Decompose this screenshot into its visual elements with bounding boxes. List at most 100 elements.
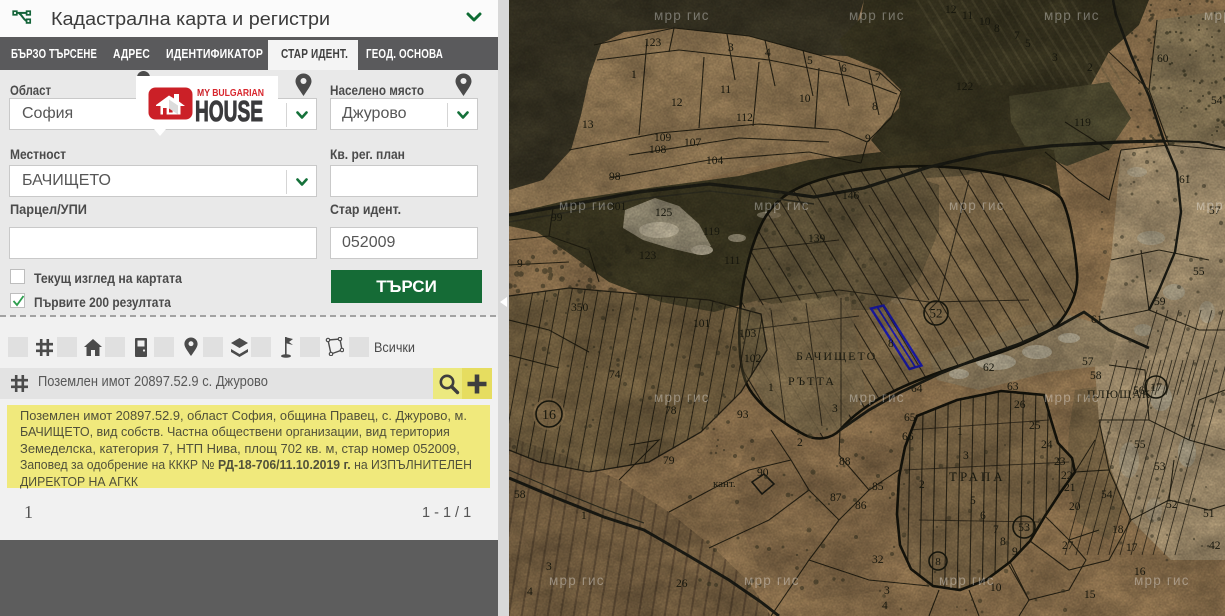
svg-text:61: 61 (1179, 174, 1191, 186)
svg-text:мрр гис: мрр гис (1134, 573, 1190, 588)
svg-text:74: 74 (609, 369, 621, 381)
svg-text:кант.: кант. (713, 478, 736, 490)
svg-text:10: 10 (799, 93, 811, 105)
svg-text:мрр гис: мрр гис (654, 8, 710, 23)
svg-text:26: 26 (676, 578, 688, 590)
svg-text:мрр гис: мрр гис (559, 198, 615, 213)
svg-text:3: 3 (963, 450, 969, 462)
svg-text:мрр гис: мрр гис (849, 390, 905, 405)
svg-text:3: 3 (1052, 52, 1058, 64)
svg-text:7: 7 (993, 524, 999, 536)
svg-text:9: 9 (517, 258, 523, 270)
svg-text:123: 123 (639, 250, 657, 262)
svg-text:11: 11 (962, 10, 973, 22)
svg-text:мрр гис: мрр гис (1044, 8, 1100, 23)
svg-text:79: 79 (663, 455, 675, 467)
svg-text:93: 93 (737, 409, 749, 421)
svg-text:119: 119 (703, 226, 720, 238)
svg-text:20: 20 (1069, 501, 1081, 513)
svg-text:8: 8 (935, 556, 941, 568)
svg-text:3: 3 (832, 403, 838, 415)
svg-text:53: 53 (1018, 520, 1030, 534)
svg-text:109: 109 (654, 132, 672, 144)
svg-text:2: 2 (1087, 62, 1093, 74)
svg-text:63: 63 (1007, 381, 1019, 393)
svg-text:13: 13 (582, 119, 594, 131)
svg-text:РЪТТА: РЪТТА (788, 374, 836, 388)
svg-text:1: 1 (768, 382, 774, 394)
svg-text:85: 85 (872, 481, 884, 493)
svg-text:мрр гис: мрр гис (654, 390, 710, 405)
svg-text:90: 90 (757, 467, 769, 479)
svg-text:7: 7 (875, 72, 881, 84)
svg-text:104: 104 (706, 155, 724, 167)
svg-text:24: 24 (1041, 439, 1053, 451)
svg-text:123: 123 (644, 37, 662, 49)
svg-text:3: 3 (884, 585, 890, 597)
svg-text:1: 1 (957, 426, 963, 438)
svg-text:58: 58 (1090, 370, 1102, 382)
svg-text:27: 27 (1062, 540, 1074, 552)
svg-text:65: 65 (904, 412, 916, 424)
svg-text:146: 146 (842, 190, 860, 202)
svg-text:55: 55 (1193, 266, 1205, 278)
svg-text:мрр гис: мрр гис (949, 198, 1005, 213)
svg-text:139: 139 (808, 233, 826, 245)
svg-text:5: 5 (970, 495, 976, 507)
svg-text:78: 78 (665, 405, 677, 417)
svg-text:17: 17 (1126, 542, 1138, 554)
svg-text:61: 61 (1091, 314, 1103, 326)
svg-text:мрр гис: мрр гис (754, 198, 810, 213)
svg-text:12: 12 (671, 97, 683, 109)
svg-text:54: 54 (1101, 489, 1113, 501)
svg-text:86: 86 (855, 500, 867, 512)
svg-text:42: 42 (1209, 540, 1221, 552)
svg-text:мрр гис: мрр гис (549, 573, 605, 588)
svg-text:22: 22 (1061, 470, 1073, 482)
svg-text:12: 12 (945, 4, 957, 16)
svg-text:350: 350 (571, 302, 589, 314)
svg-text:102: 102 (744, 353, 762, 365)
svg-text:9: 9 (865, 133, 871, 145)
svg-text:18: 18 (1112, 524, 1124, 536)
svg-text:3: 3 (728, 42, 734, 54)
svg-text:98: 98 (609, 171, 621, 183)
svg-text:6: 6 (980, 510, 986, 522)
svg-text:125: 125 (655, 207, 673, 219)
svg-text:62: 62 (983, 362, 995, 374)
svg-text:122: 122 (956, 81, 974, 93)
svg-text:16: 16 (542, 408, 556, 423)
svg-text:119: 119 (1074, 117, 1091, 129)
svg-text:БАЧИЩЕТО: БАЧИЩЕТО (796, 349, 877, 363)
svg-text:103: 103 (739, 328, 757, 340)
svg-text:99: 99 (551, 212, 563, 224)
svg-text:2: 2 (797, 437, 803, 449)
svg-text:8: 8 (872, 101, 878, 113)
svg-text:4: 4 (765, 47, 771, 59)
svg-text:52: 52 (930, 306, 943, 321)
svg-text:10: 10 (979, 16, 991, 28)
svg-text:15: 15 (1084, 589, 1096, 601)
svg-text:3: 3 (546, 561, 552, 573)
svg-text:11: 11 (720, 84, 731, 96)
svg-text:мрр гис: мрр гис (849, 8, 905, 23)
svg-text:57: 57 (1082, 356, 1094, 368)
svg-text:7: 7 (1014, 30, 1020, 42)
svg-text:54: 54 (1211, 95, 1223, 107)
svg-text:мрр гис: мрр гис (744, 573, 800, 588)
svg-text:мрр гис: мрр гис (1196, 198, 1225, 213)
svg-text:1: 1 (631, 69, 637, 81)
svg-text:88: 88 (839, 456, 851, 468)
svg-text:59: 59 (1154, 296, 1166, 308)
svg-text:21: 21 (1064, 482, 1076, 494)
svg-text:64: 64 (911, 383, 923, 395)
svg-text:25: 25 (1029, 420, 1041, 432)
svg-text:26: 26 (1014, 399, 1026, 411)
svg-text:52: 52 (1166, 499, 1178, 511)
svg-text:53: 53 (1154, 461, 1166, 473)
svg-text:58: 58 (514, 489, 526, 501)
svg-text:112: 112 (736, 112, 753, 124)
svg-text:1: 1 (581, 510, 587, 522)
svg-text:мрр гис: мрр гис (939, 573, 995, 588)
svg-text:8: 8 (994, 23, 1000, 35)
